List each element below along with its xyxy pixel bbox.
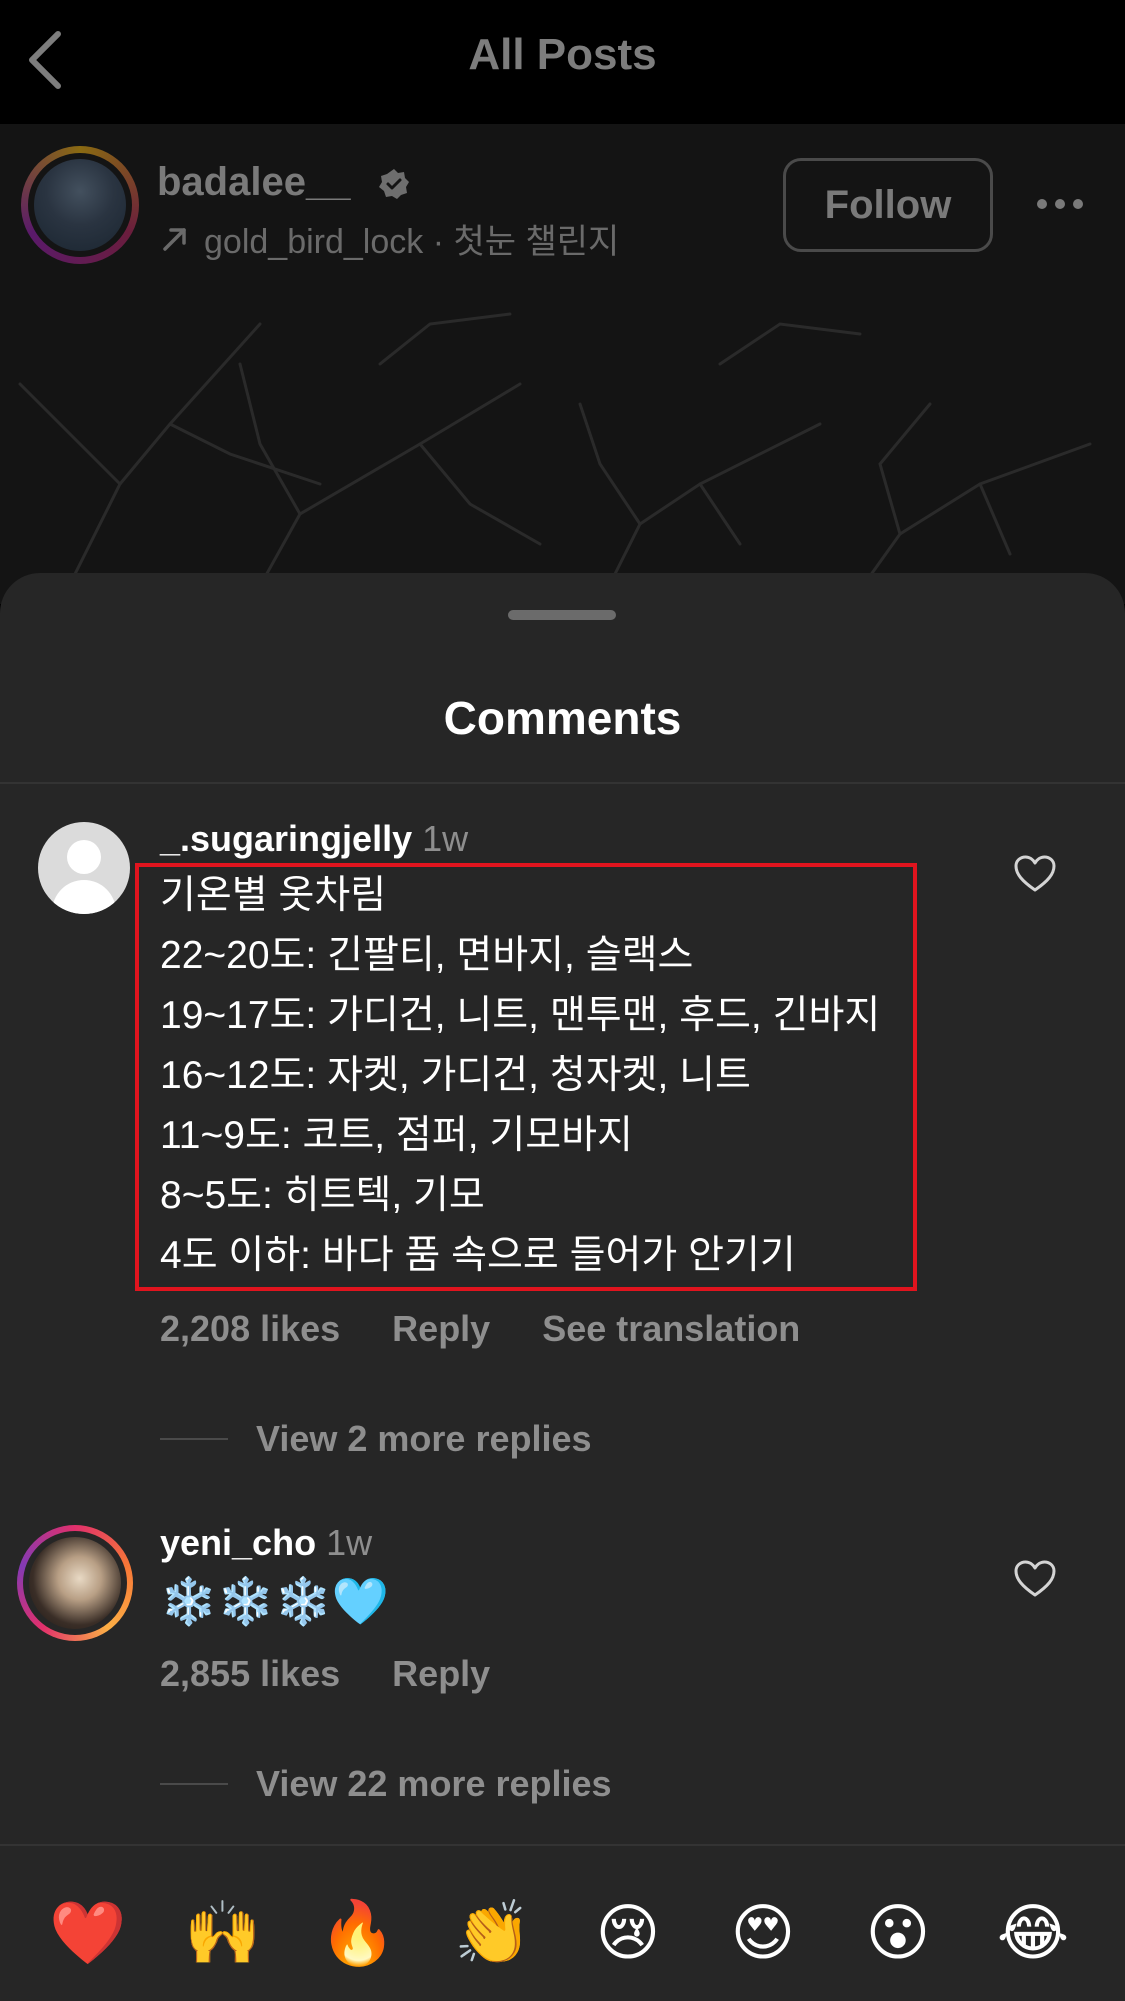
commenter-avatar[interactable] — [38, 822, 130, 914]
like-heart-icon[interactable] — [1014, 1560, 1056, 1598]
diagonal-arrow-icon — [163, 227, 186, 251]
view-replies-label[interactable]: View 22 more replies — [256, 1763, 612, 1805]
comment-actions: 2,855 likes Reply — [160, 1653, 490, 1695]
comment-line: 기온별 옷차림 — [160, 874, 387, 917]
comment-text: 기온별 옷차림 22~20도: 긴팔티, 면바지, 슬랙스 19~17도: 가디… — [160, 866, 880, 1286]
replies-line — [160, 1438, 228, 1440]
reply-button[interactable]: Reply — [392, 1308, 490, 1350]
comment-time: 1w — [422, 818, 469, 859]
comment-username[interactable]: _.sugaringjelly 1w — [160, 818, 468, 860]
clapping-emoji-button[interactable]: 👏 — [453, 1894, 533, 1974]
see-translation-button[interactable]: See translation — [542, 1308, 800, 1350]
replies-line — [160, 1783, 228, 1785]
likes-count[interactable]: 2,208 likes — [160, 1308, 340, 1350]
surprised-emoji-button[interactable]: 😮 — [858, 1894, 938, 1974]
crying-emoji-button[interactable]: 😢 — [588, 1894, 668, 1974]
comment-text: ❄️❄️❄️🩵 — [160, 1575, 390, 1627]
comment-username-text[interactable]: _.sugaringjelly — [160, 818, 412, 859]
comment-line: 8~5도: 히트텍, 기모 — [160, 1174, 485, 1217]
comments-title: Comments — [443, 692, 682, 744]
raised-hands-emoji-button[interactable]: 🙌 — [183, 1894, 263, 1974]
comments-sheet: Comments _.sugaringjelly 1w 기온별 옷차림 22~20… — [0, 573, 1125, 2001]
verified-badge-icon — [379, 169, 409, 199]
view-replies-button[interactable]: View 22 more replies — [160, 1763, 612, 1805]
comment-line: 19~17도: 가디건, 니트, 맨투맨, 후드, 긴바지 — [160, 994, 881, 1037]
comment-line: 11~9도: 코트, 점퍼, 기모바지 — [160, 1114, 633, 1157]
comment-line: 16~12도: 자켓, 가디건, 청자켓, 니트 — [160, 1054, 751, 1097]
top-bar: All Posts — [0, 0, 1125, 124]
comment-line: 22~20도: 긴팔티, 면바지, 슬랙스 — [160, 934, 694, 977]
more-options-icon[interactable] — [1035, 196, 1085, 212]
sheet-grabber[interactable] — [508, 610, 616, 620]
post-subtitle: gold_bird_lock · 첫눈 챌린지 — [160, 214, 619, 263]
comment-actions: 2,208 likes Reply See translation — [160, 1308, 800, 1350]
poster-avatar[interactable] — [21, 146, 139, 264]
view-replies-button[interactable]: View 2 more replies — [160, 1418, 592, 1460]
likes-count[interactable]: 2,855 likes — [160, 1653, 340, 1695]
audio-label[interactable]: gold_bird_lock · 첫눈 챌린지 — [204, 214, 619, 263]
emoji-reaction-bar: ❤️ 🙌 🔥 👏 😢 😍 😮 😂 — [0, 1844, 1125, 2001]
follow-button[interactable]: Follow — [783, 158, 993, 252]
reply-button[interactable]: Reply — [392, 1653, 490, 1695]
view-replies-label[interactable]: View 2 more replies — [256, 1418, 592, 1460]
poster-username[interactable]: badalee__ — [157, 160, 350, 205]
page-title: All Posts — [468, 30, 657, 79]
comment-line: 4도 이하: 바다 품 속으로 들어가 안기기 — [160, 1234, 796, 1277]
post-header: badalee__ gold_bird_lock · 첫눈 챌린지 Follow — [0, 124, 1125, 604]
comment-username[interactable]: yeni_cho 1w — [160, 1522, 372, 1564]
laughing-emoji-button[interactable]: 😂 — [993, 1894, 1073, 1974]
commenter-avatar-story[interactable] — [17, 1525, 133, 1641]
comment-time: 1w — [326, 1522, 373, 1563]
divider — [0, 782, 1125, 784]
comment-username-text[interactable]: yeni_cho — [160, 1522, 316, 1563]
heart-emoji-button[interactable]: ❤️ — [48, 1894, 128, 1974]
fire-emoji-button[interactable]: 🔥 — [318, 1894, 398, 1974]
heart-eyes-emoji-button[interactable]: 😍 — [723, 1894, 803, 1974]
like-heart-icon[interactable] — [1014, 855, 1056, 893]
